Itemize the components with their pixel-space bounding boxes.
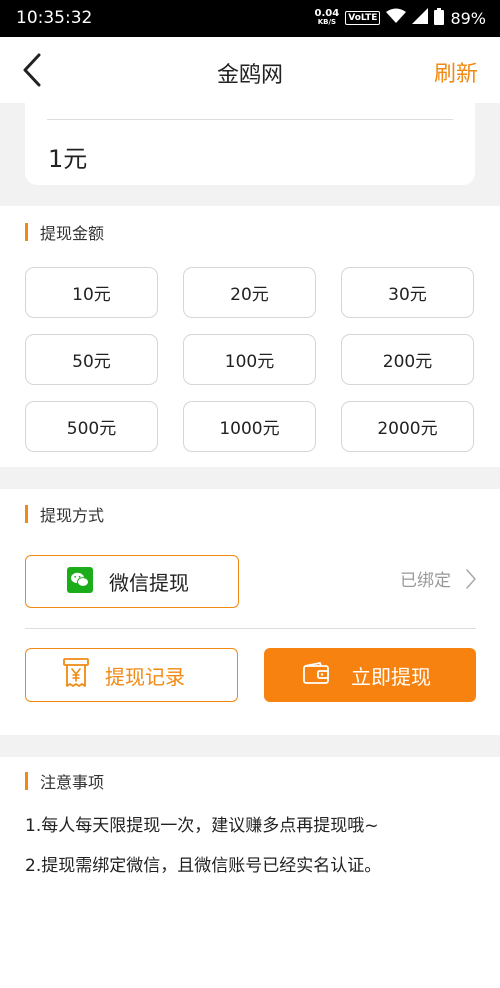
- withdraw-amount-title: 提现金额: [25, 220, 104, 244]
- amount-option[interactable]: 1000元: [183, 401, 316, 452]
- section-gap: [0, 467, 500, 489]
- status-bar: 10:35:32 0.04 KB/S VoLTE 89%: [0, 0, 500, 37]
- withdraw-records-label: 提现记录: [105, 664, 185, 689]
- withdraw-now-button[interactable]: 立即提现: [264, 648, 476, 702]
- bind-status[interactable]: 已绑定: [400, 566, 477, 591]
- section-accent-bar: [25, 223, 28, 241]
- amount-option[interactable]: 20元: [183, 267, 316, 318]
- divider: [47, 119, 453, 120]
- refresh-button[interactable]: 刷新: [434, 56, 478, 88]
- notes-title-text: 注意事项: [40, 773, 105, 792]
- wechat-withdraw-label: 微信提现: [109, 571, 189, 595]
- amount-card: 1元: [25, 103, 475, 185]
- section-accent-bar: [25, 505, 28, 523]
- status-time: 10:35:32: [16, 8, 93, 28]
- note-item: 1.每人每天限提现一次，建议赚多点再提现哦~: [25, 816, 379, 836]
- wifi-icon: [386, 8, 407, 28]
- battery-icon: [434, 7, 445, 29]
- amount-option[interactable]: 50元: [25, 334, 158, 385]
- withdraw-amount-title-text: 提现金额: [40, 224, 105, 243]
- withdraw-now-label: 立即提现: [351, 664, 431, 689]
- receipt-icon: [63, 658, 89, 692]
- wechat-icon: [67, 566, 93, 597]
- battery-level: 89%: [450, 8, 486, 28]
- amount-option[interactable]: 100元: [183, 334, 316, 385]
- withdraw-method-title-text: 提现方式: [40, 506, 105, 525]
- amount-option[interactable]: 30元: [341, 267, 474, 318]
- wallet-icon: [302, 661, 330, 689]
- bind-status-text: 已绑定: [400, 571, 451, 591]
- wechat-withdraw-button[interactable]: 微信提现: [25, 555, 239, 608]
- note-item: 2.提现需绑定微信，且微信账号已经实名认证。: [25, 856, 382, 876]
- network-speed-unit: KB/S: [317, 18, 337, 26]
- amount-option[interactable]: 2000元: [341, 401, 474, 452]
- notes-title: 注意事项: [25, 769, 104, 793]
- chevron-right-icon: [466, 568, 476, 589]
- network-speed: 0.04 KB/S: [315, 9, 340, 27]
- amount-option[interactable]: 200元: [341, 334, 474, 385]
- section-gap: [0, 735, 500, 757]
- section-accent-bar: [25, 772, 28, 790]
- page-title: 金鸥网: [216, 63, 283, 88]
- amount-option[interactable]: 500元: [25, 401, 158, 452]
- withdraw-records-button[interactable]: 提现记录: [25, 648, 238, 702]
- amount-value: 1元: [48, 145, 88, 173]
- status-icons: 0.04 KB/S VoLTE 89%: [315, 7, 486, 29]
- nav-bar: 金鸥网 刷新: [0, 37, 500, 103]
- volte-badge: VoLTE: [345, 11, 381, 25]
- network-speed-value: 0.04: [314, 8, 340, 19]
- amount-options-grid: 10元 20元 30元 50元 100元 200元 500元 1000元 200…: [25, 267, 476, 455]
- withdraw-method-title: 提现方式: [25, 502, 104, 526]
- divider: [25, 628, 476, 629]
- amount-option[interactable]: 10元: [25, 267, 158, 318]
- signal-icon: [412, 8, 429, 28]
